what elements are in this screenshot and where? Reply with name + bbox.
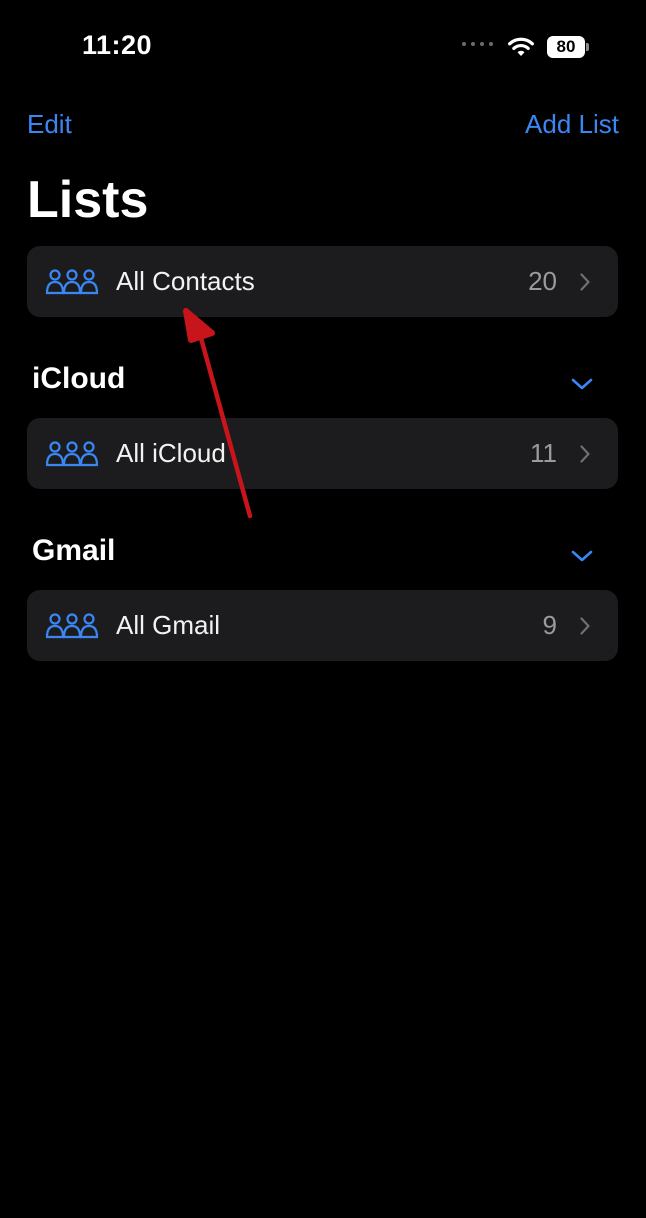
- wifi-icon: [508, 37, 534, 56]
- row-count: 20: [528, 266, 557, 296]
- status-time: 11:20: [82, 30, 153, 60]
- section-title-icloud: iCloud: [32, 362, 126, 395]
- all-gmail-row[interactable]: All Gmail 9: [27, 590, 618, 661]
- row-count: 9: [542, 610, 557, 640]
- add-list-button[interactable]: Add List: [525, 109, 619, 140]
- group-icon: [45, 441, 99, 467]
- all-icloud-row[interactable]: All iCloud 11: [27, 418, 618, 489]
- group-icon: [45, 613, 99, 639]
- cellular-signal-icon: [462, 42, 493, 46]
- battery-indicator: 80: [547, 36, 589, 58]
- edit-button[interactable]: Edit: [27, 109, 72, 140]
- chevron-right-icon: [580, 445, 590, 463]
- chevron-right-icon: [580, 617, 590, 635]
- all-contacts-row[interactable]: All Contacts 20: [27, 246, 618, 317]
- row-label: All Contacts: [116, 266, 255, 296]
- page-title: Lists: [27, 171, 149, 229]
- chevron-right-icon: [580, 273, 590, 291]
- battery-cap: [586, 43, 589, 51]
- chevron-down-icon[interactable]: [570, 549, 594, 563]
- chevron-down-icon[interactable]: [570, 377, 594, 391]
- row-label: All iCloud: [116, 438, 226, 468]
- battery-level: 80: [547, 36, 585, 58]
- group-icon: [45, 269, 99, 295]
- status-bar: 11:20 80: [0, 0, 646, 95]
- section-title-gmail: Gmail: [32, 534, 116, 567]
- row-label: All Gmail: [116, 610, 221, 640]
- row-count: 11: [530, 438, 557, 468]
